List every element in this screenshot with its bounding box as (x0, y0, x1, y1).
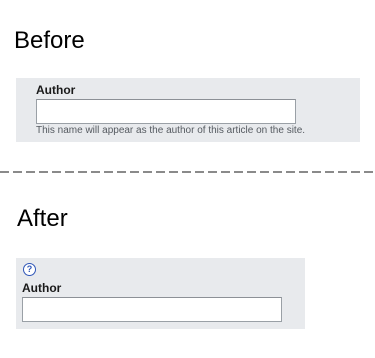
author-field-label: Author (22, 281, 62, 295)
author-input[interactable] (22, 297, 282, 322)
author-help-text: This name will appear as the author of t… (36, 125, 306, 136)
before-author-field-panel: Author This name will appear as the auth… (16, 78, 360, 142)
after-author-field-panel: ? Author (16, 258, 305, 329)
help-circle-icon[interactable]: ? (23, 263, 36, 276)
after-heading: After (17, 205, 68, 232)
author-field-label: Author (36, 83, 76, 97)
before-heading: Before (14, 27, 85, 54)
help-icon-glyph: ? (26, 264, 33, 274)
section-divider (0, 171, 375, 173)
author-input[interactable] (36, 99, 296, 124)
